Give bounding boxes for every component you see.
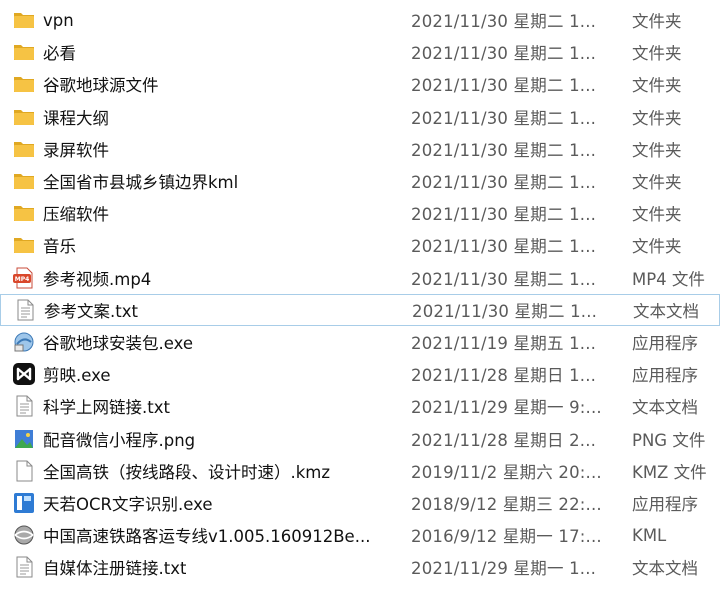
file-name: vpn xyxy=(43,10,74,30)
text-file-icon xyxy=(12,394,36,418)
file-name: 中国高速铁路客运专线v1.005.160912Be... xyxy=(43,527,371,547)
file-type: 文本文档 xyxy=(632,398,698,418)
file-type: 应用程序 xyxy=(632,494,698,514)
file-date-modified: 2021/11/30 星期二 1... xyxy=(411,108,597,128)
text-file-icon xyxy=(13,298,37,322)
file-date-modified: 2021/11/30 星期二 1... xyxy=(411,237,597,257)
file-date-modified: 2021/11/30 星期二 1... xyxy=(411,173,597,193)
file-type: 应用程序 xyxy=(632,333,698,353)
folder-icon xyxy=(12,105,36,129)
file-name: 谷歌地球源文件 xyxy=(43,76,159,96)
file-type: 文件夹 xyxy=(632,108,682,128)
file-name: 压缩软件 xyxy=(43,205,109,225)
file-row[interactable]: 中国高速铁路客运专线v1.005.160912Be... 2016/9/12 星期… xyxy=(0,519,720,551)
file-row[interactable]: 谷歌地球源文件 2021/11/30 星期二 1... 文件夹 xyxy=(0,68,720,100)
file-row[interactable]: MP4 参考视频.mp4 2021/11/30 星期二 1... MP4 文件 xyxy=(0,262,720,294)
image-file-icon xyxy=(12,427,36,451)
file-type: 应用程序 xyxy=(632,366,698,386)
file-type: 文件夹 xyxy=(632,76,682,96)
file-date-modified: 2021/11/30 星期二 1... xyxy=(411,76,597,96)
folder-icon xyxy=(12,8,36,32)
file-date-modified: 2021/11/28 星期日 2... xyxy=(411,430,597,450)
file-name: 配音微信小程序.png xyxy=(43,430,196,450)
file-row[interactable]: 剪映.exe 2021/11/28 星期日 1... 应用程序 xyxy=(0,358,720,390)
file-date-modified: 2021/11/29 星期一 9:... xyxy=(411,398,602,418)
file-type: KML xyxy=(632,525,667,545)
file-name: 必看 xyxy=(43,44,76,64)
capcut-icon xyxy=(12,362,36,386)
folder-icon xyxy=(12,137,36,161)
file-name: 全国省市县城乡镇边界kml xyxy=(43,173,239,193)
file-row[interactable]: 谷歌地球安装包.exe 2021/11/19 星期五 1... 应用程序 xyxy=(0,326,720,358)
file-name: 课程大纲 xyxy=(43,108,109,128)
file-type: KMZ 文件 xyxy=(632,462,707,482)
file-date-modified: 2021/11/29 星期一 1... xyxy=(411,559,597,579)
mp4-file-icon: MP4 xyxy=(12,266,36,290)
file-row[interactable]: 配音微信小程序.png 2021/11/28 星期日 2... PNG 文件 xyxy=(0,422,720,454)
file-date-modified: 2018/9/12 星期三 22:... xyxy=(411,494,602,514)
file-row[interactable]: 自媒体注册链接.txt 2021/11/29 星期一 1... 文本文档 xyxy=(0,551,720,583)
file-name: 谷歌地球安装包.exe xyxy=(43,333,194,353)
file-row[interactable]: 科学上网链接.txt 2021/11/29 星期一 9:... 文本文档 xyxy=(0,390,720,422)
file-date-modified: 2021/11/28 星期日 1... xyxy=(411,366,597,386)
file-row[interactable]: 课程大纲 2021/11/30 星期二 1... 文件夹 xyxy=(0,101,720,133)
file-type: 文件夹 xyxy=(632,140,682,160)
file-date-modified: 2021/11/30 星期二 1... xyxy=(412,301,598,321)
file-date-modified: 2016/9/12 星期一 17:... xyxy=(411,527,602,547)
file-row[interactable]: 全国省市县城乡镇边界kml 2021/11/30 星期二 1... 文件夹 xyxy=(0,165,720,197)
ocr-app-icon xyxy=(12,491,36,515)
file-name: 自媒体注册链接.txt xyxy=(43,559,187,579)
file-type: 文件夹 xyxy=(632,173,682,193)
installer-icon xyxy=(12,330,36,354)
file-name: 天若OCR文字识别.exe xyxy=(43,494,213,514)
file-row[interactable]: 录屏软件 2021/11/30 星期二 1... 文件夹 xyxy=(0,133,720,165)
file-date-modified: 2021/11/30 星期二 1... xyxy=(411,44,597,64)
file-date-modified: 2021/11/30 星期二 1... xyxy=(411,205,597,225)
blank-file-icon xyxy=(12,459,36,483)
file-row[interactable]: 压缩软件 2021/11/30 星期二 1... 文件夹 xyxy=(0,197,720,229)
file-type: MP4 文件 xyxy=(632,269,705,289)
file-row[interactable]: vpn 2021/11/30 星期二 1... 文件夹 xyxy=(0,4,720,36)
text-file-icon xyxy=(12,555,36,579)
file-name: 剪映.exe xyxy=(43,366,111,386)
file-row[interactable]: 天若OCR文字识别.exe 2018/9/12 星期三 22:... 应用程序 xyxy=(0,487,720,519)
file-date-modified: 2021/11/30 星期二 1... xyxy=(411,12,597,32)
file-type: 文本文档 xyxy=(632,559,698,579)
folder-icon xyxy=(12,169,36,193)
file-date-modified: 2021/11/30 星期二 1... xyxy=(411,140,597,160)
file-name: 参考文案.txt xyxy=(44,301,138,321)
file-date-modified: 2021/11/30 星期二 1... xyxy=(411,269,597,289)
file-name: 全国高铁（按线路段、设计时速）.kmz xyxy=(43,462,331,482)
folder-icon xyxy=(12,233,36,257)
file-type: 文件夹 xyxy=(632,12,682,32)
file-name: 录屏软件 xyxy=(43,140,109,160)
svg-text:MP4: MP4 xyxy=(15,276,30,283)
file-row[interactable]: 全国高铁（按线路段、设计时速）.kmz 2019/11/2 星期六 20:... K… xyxy=(0,455,720,487)
file-name: 音乐 xyxy=(43,237,76,257)
file-type: PNG 文件 xyxy=(632,430,706,450)
file-list: vpn 2021/11/30 星期二 1... 文件夹 必看 2021/11/30 星期… xyxy=(0,0,720,589)
file-row[interactable]: 参考文案.txt 2021/11/30 星期二 1... 文本文档 xyxy=(0,293,720,326)
file-name: 科学上网链接.txt xyxy=(43,398,170,418)
file-type: 文件夹 xyxy=(632,44,682,64)
file-type: 文件夹 xyxy=(632,237,682,257)
file-date-modified: 2021/11/19 星期五 1... xyxy=(411,333,597,353)
kml-globe-icon xyxy=(12,523,36,547)
file-type: 文本文档 xyxy=(633,301,699,321)
file-row[interactable]: 必看 2021/11/30 星期二 1... 文件夹 xyxy=(0,36,720,68)
folder-icon xyxy=(12,201,36,225)
file-name: 参考视频.mp4 xyxy=(43,269,152,289)
file-row[interactable]: 音乐 2021/11/30 星期二 1... 文件夹 xyxy=(0,229,720,261)
folder-icon xyxy=(12,40,36,64)
folder-icon xyxy=(12,72,36,96)
file-type: 文件夹 xyxy=(632,205,682,225)
file-date-modified: 2019/11/2 星期六 20:... xyxy=(411,462,602,482)
